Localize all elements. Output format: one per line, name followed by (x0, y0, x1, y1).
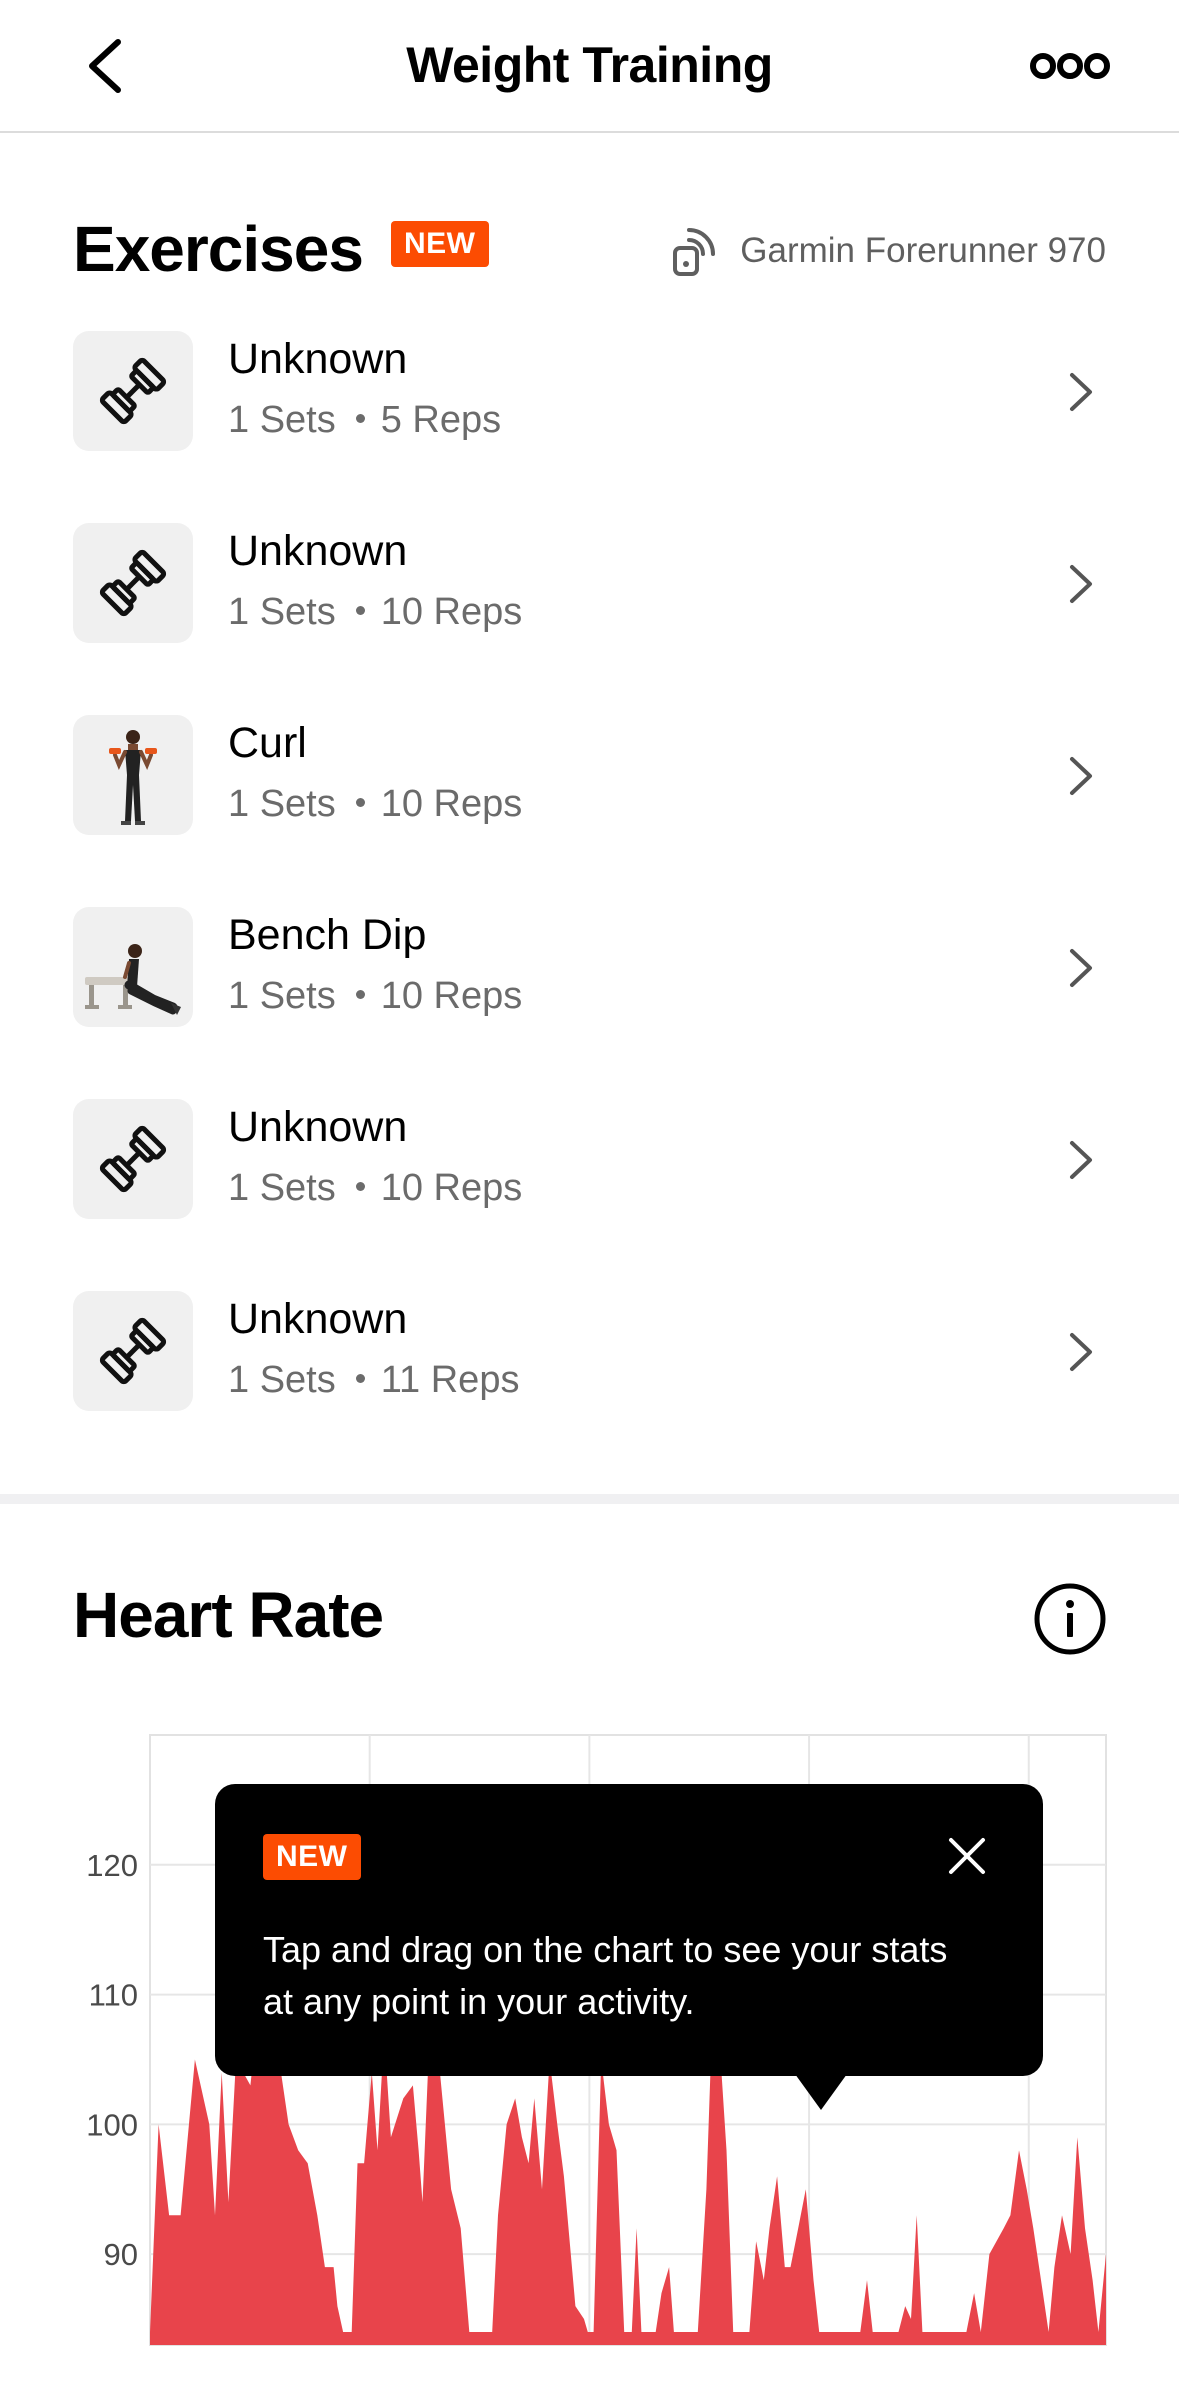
exercise-name: Unknown (228, 335, 408, 383)
exercise-row[interactable]: Unknown 1 Sets 11 Reps (73, 1291, 1106, 1413)
exercise-row[interactable]: Unknown 1 Sets 10 Reps (73, 523, 1106, 645)
top-nav-bar: Weight Training (0, 0, 1179, 133)
section-divider (0, 1494, 1179, 1504)
exercise-thumbnail (73, 907, 193, 1027)
exercise-name: Unknown (228, 527, 408, 575)
chevron-right-icon (1070, 565, 1092, 603)
exercise-row[interactable]: Unknown 1 Sets 10 Reps (73, 1099, 1106, 1221)
chevron-right-icon (1070, 1333, 1092, 1371)
exercise-thumbnail (73, 1099, 193, 1219)
exercise-reps: 10 Reps (380, 975, 523, 1017)
bench-dip-figure-image (85, 944, 181, 1015)
heart-rate-title: Heart Rate (73, 1579, 384, 1651)
page-title: Weight Training (406, 37, 773, 93)
exercise-name: Unknown (228, 1103, 408, 1151)
exercise-thumbnail (73, 715, 193, 835)
exercise-reps: 10 Reps (380, 1167, 523, 1209)
curl-figure-image (109, 730, 157, 825)
tooltip-message: Tap and drag on the chart to see your st… (263, 1929, 948, 2022)
exercises-header: Exercises NEW Garmin Forerunner 970 (73, 212, 1106, 288)
exercise-thumbnail (73, 523, 193, 643)
more-options-icon[interactable] (1030, 46, 1110, 86)
chevron-right-icon (1070, 757, 1092, 795)
dumbbell-icon (99, 1125, 167, 1193)
exercise-sets: 1 Sets (228, 1359, 336, 1401)
device-sync-icon (673, 228, 716, 276)
exercise-reps: 11 Reps (380, 1359, 520, 1401)
chevron-right-icon (1070, 373, 1092, 411)
exercise-sets: 1 Sets (228, 783, 336, 825)
separator-dot (355, 1182, 365, 1192)
exercise-meta: 1 Sets 10 Reps (228, 975, 522, 1018)
tooltip-pointer (795, 2074, 847, 2110)
exercise-meta: 1 Sets 10 Reps (228, 1167, 522, 1210)
exercise-sets: 1 Sets (228, 399, 336, 441)
info-icon[interactable] (1033, 1582, 1107, 1656)
chevron-right-icon (1070, 949, 1092, 987)
separator-dot (355, 798, 365, 808)
device-info: Garmin Forerunner 970 (672, 226, 1106, 276)
separator-dot (355, 990, 365, 1000)
exercise-sets: 1 Sets (228, 591, 336, 633)
exercise-reps: 10 Reps (380, 591, 523, 633)
exercise-thumbnail (73, 331, 193, 451)
y-tick-label: 100 (86, 2107, 138, 2142)
dumbbell-icon (99, 549, 167, 617)
exercise-meta: 1 Sets 10 Reps (228, 591, 522, 634)
exercise-thumbnail (73, 1291, 193, 1411)
exercise-row[interactable]: Bench Dip 1 Sets 10 Reps (73, 907, 1106, 1029)
new-badge: NEW (391, 221, 489, 267)
exercise-row[interactable]: Curl 1 Sets 10 Reps (73, 715, 1106, 837)
dumbbell-icon (99, 1317, 167, 1385)
exercise-name: Unknown (228, 1295, 408, 1343)
separator-dot (355, 414, 365, 424)
exercise-row[interactable]: Unknown 1 Sets 5 Reps (73, 331, 1106, 453)
new-badge: NEW (263, 1834, 361, 1880)
exercise-meta: 1 Sets 11 Reps (228, 1359, 519, 1402)
exercise-sets: 1 Sets (228, 1167, 336, 1209)
exercise-reps: 5 Reps (380, 399, 502, 441)
chart-tooltip: NEW Tap and drag on the chart to see you… (215, 1784, 1043, 2110)
chevron-right-icon (1070, 1141, 1092, 1179)
exercise-meta: 1 Sets 10 Reps (228, 783, 522, 826)
separator-dot (355, 1374, 365, 1384)
exercise-name: Bench Dip (228, 911, 427, 959)
exercise-sets: 1 Sets (228, 975, 336, 1017)
y-tick-label: 120 (86, 1848, 138, 1883)
exercises-title: Exercises (73, 213, 364, 285)
exercise-reps: 10 Reps (380, 783, 523, 825)
exercise-meta: 1 Sets 5 Reps (228, 399, 501, 442)
dumbbell-icon (99, 357, 167, 425)
close-icon[interactable] (945, 1834, 989, 1878)
y-tick-label: 90 (104, 2237, 138, 2272)
exercise-name: Curl (228, 719, 307, 767)
device-name: Garmin Forerunner 970 (740, 231, 1106, 270)
separator-dot (355, 606, 365, 616)
y-tick-label: 110 (89, 1978, 138, 2013)
